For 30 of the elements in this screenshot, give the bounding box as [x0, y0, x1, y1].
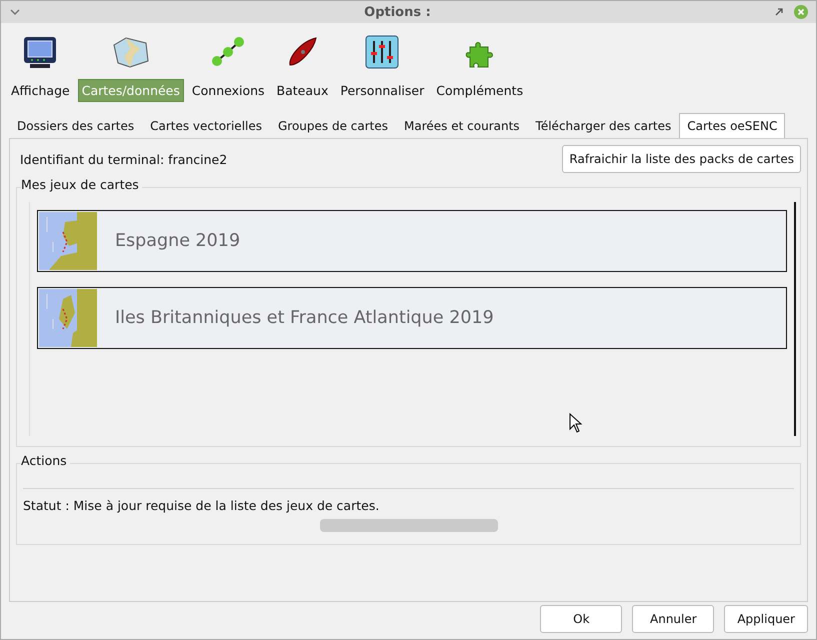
chart-set-name: Iles Britanniques et France Atlantique 2019 — [115, 308, 494, 328]
dialog-button[interactable]: Appliquer — [724, 605, 808, 633]
mouse-cursor-icon — [569, 413, 583, 433]
category-button[interactable]: Affichage — [7, 35, 74, 102]
close-icon[interactable] — [794, 5, 808, 19]
chart-set-card[interactable]: Espagne 2019 — [37, 210, 787, 272]
monitor-icon — [22, 35, 58, 69]
category-button[interactable]: Compléments — [432, 35, 528, 102]
sliders-icon — [364, 35, 400, 69]
tab[interactable]: Marées et courants — [396, 113, 528, 138]
dialog-button[interactable]: Ok — [540, 605, 622, 633]
tab[interactable]: Cartes oeSENC — [679, 113, 786, 138]
window-title: Options : — [363, 4, 432, 20]
category-button[interactable]: Personnaliser — [336, 35, 428, 102]
dialog-button[interactable]: Annuler — [632, 605, 714, 633]
category-button[interactable]: Connexions — [188, 35, 269, 102]
tab[interactable]: Groupes de cartes — [270, 113, 396, 138]
category-button[interactable]: Bateaux — [272, 35, 332, 102]
chart-set-name: Espagne 2019 — [115, 231, 240, 251]
connection-nodes-icon — [210, 35, 246, 69]
tab[interactable]: Cartes vectorielles — [142, 113, 270, 138]
restore-icon[interactable] — [774, 7, 784, 17]
status-text: Statut : Mise à jour requise de la liste des jeux de cartes. — [22, 497, 380, 515]
tab[interactable]: Télécharger des cartes — [528, 113, 680, 138]
chart-set-card[interactable]: Iles Britanniques et France Atlantique 2019 — [37, 287, 787, 349]
group-title: Actions — [21, 453, 70, 468]
group-title: Mes jeux de cartes — [21, 177, 142, 192]
tab[interactable]: Dossiers des cartes — [9, 113, 142, 138]
refresh-button[interactable]: Rafraichir la liste des packs de cartes — [562, 145, 801, 173]
terminal-id-label: Identifiant du terminal: francine2 — [19, 152, 228, 166]
